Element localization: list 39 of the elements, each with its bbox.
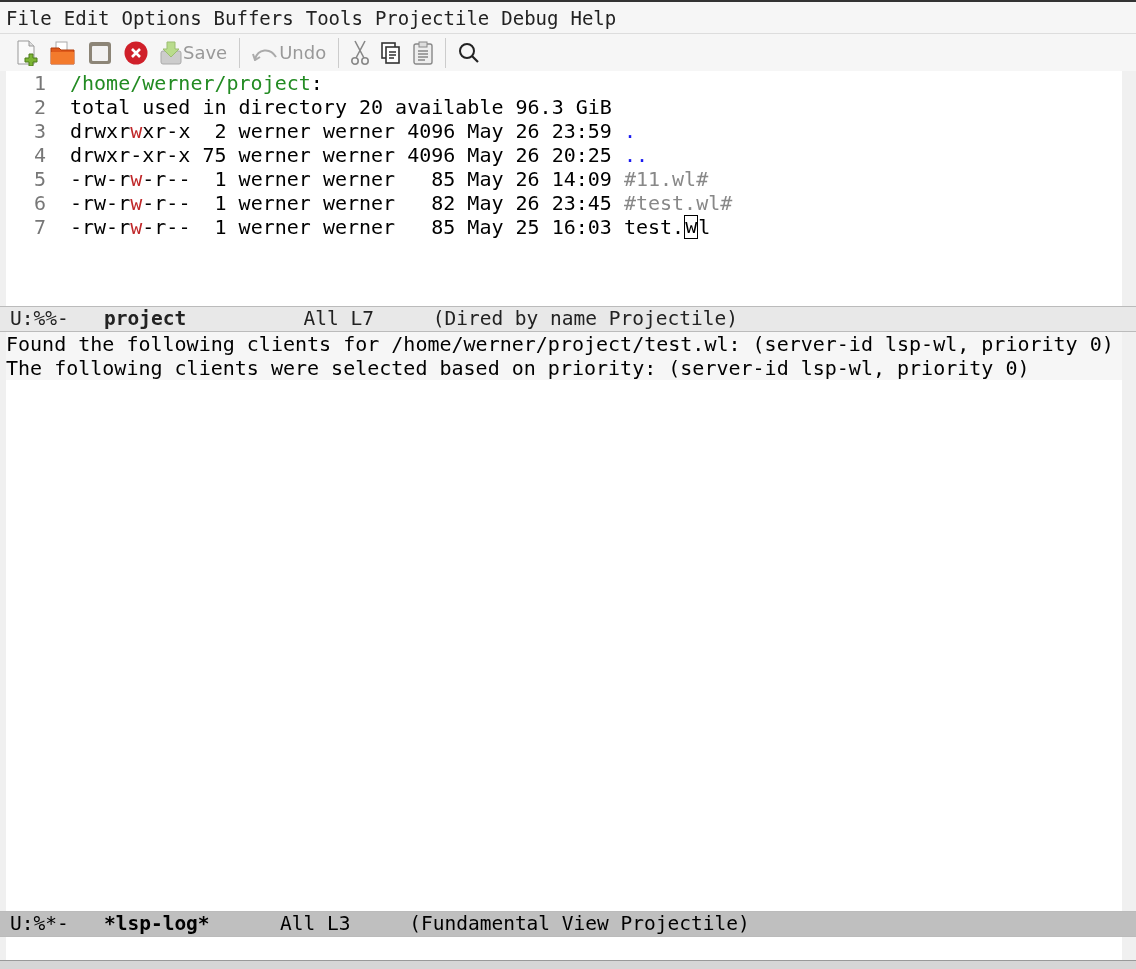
major-mode: (Dired by name Projectile)	[432, 307, 738, 331]
dired-line: -rw-rw-r-- 1 werner werner 85 May 25 16:03 test.wl	[70, 215, 711, 239]
dired-line: total used in directory 20 available 96.3 GiB	[70, 95, 612, 119]
window-icon	[88, 40, 112, 65]
buffer-status: U:%%-	[10, 307, 69, 331]
line-number: 3	[32, 119, 47, 143]
position: All L7	[303, 307, 374, 331]
new-file-icon	[16, 39, 38, 66]
line-number: 1	[32, 71, 47, 95]
position: All L3	[280, 912, 351, 936]
menu-item[interactable]: Help	[570, 6, 629, 29]
close-icon	[124, 40, 148, 65]
menu-item[interactable]: Debug	[501, 6, 571, 29]
menu-item[interactable]: Projectile	[374, 6, 502, 29]
search-icon	[458, 41, 481, 64]
line-number: 4	[32, 143, 47, 167]
scissors-icon	[351, 39, 370, 66]
dired-line: -rw-rw-r-- 1 werner werner 85 May 26 14:09 #11.wl#	[70, 167, 709, 191]
menu-item[interactable]: Edit	[63, 6, 122, 29]
dired-line: drwxr-xr-x 75 werner werner 4096 May 26 20:25 ..	[70, 143, 648, 167]
menu-item[interactable]: File	[6, 6, 64, 29]
copy-icon	[381, 41, 402, 64]
save-icon	[160, 40, 182, 65]
dired-line: /home/werner/project:	[70, 71, 323, 95]
open-folder-icon	[50, 40, 76, 65]
line-number: 2	[32, 95, 47, 119]
menu-item[interactable]: Buffers	[213, 6, 306, 29]
buffer-name: project	[103, 307, 187, 331]
dired-line: -rw-rw-r-- 1 werner werner 82 May 26 23:45 #test.wl#	[70, 191, 733, 215]
buffer-status: U:%*-	[10, 912, 69, 936]
buffer-name: *lsp-log*	[103, 912, 210, 936]
line-number: 6	[32, 191, 47, 215]
line-number: 7	[32, 215, 47, 239]
menu-item[interactable]: Options	[121, 6, 214, 29]
paste-icon	[413, 40, 434, 65]
menu-item[interactable]: Tools	[305, 6, 375, 29]
line-number: 5	[32, 167, 47, 191]
dired-line: drwxrwxr-x 2 werner werner 4096 May 26 23:59 .	[70, 119, 636, 143]
major-mode: (Fundamental View Projectile)	[409, 912, 750, 936]
